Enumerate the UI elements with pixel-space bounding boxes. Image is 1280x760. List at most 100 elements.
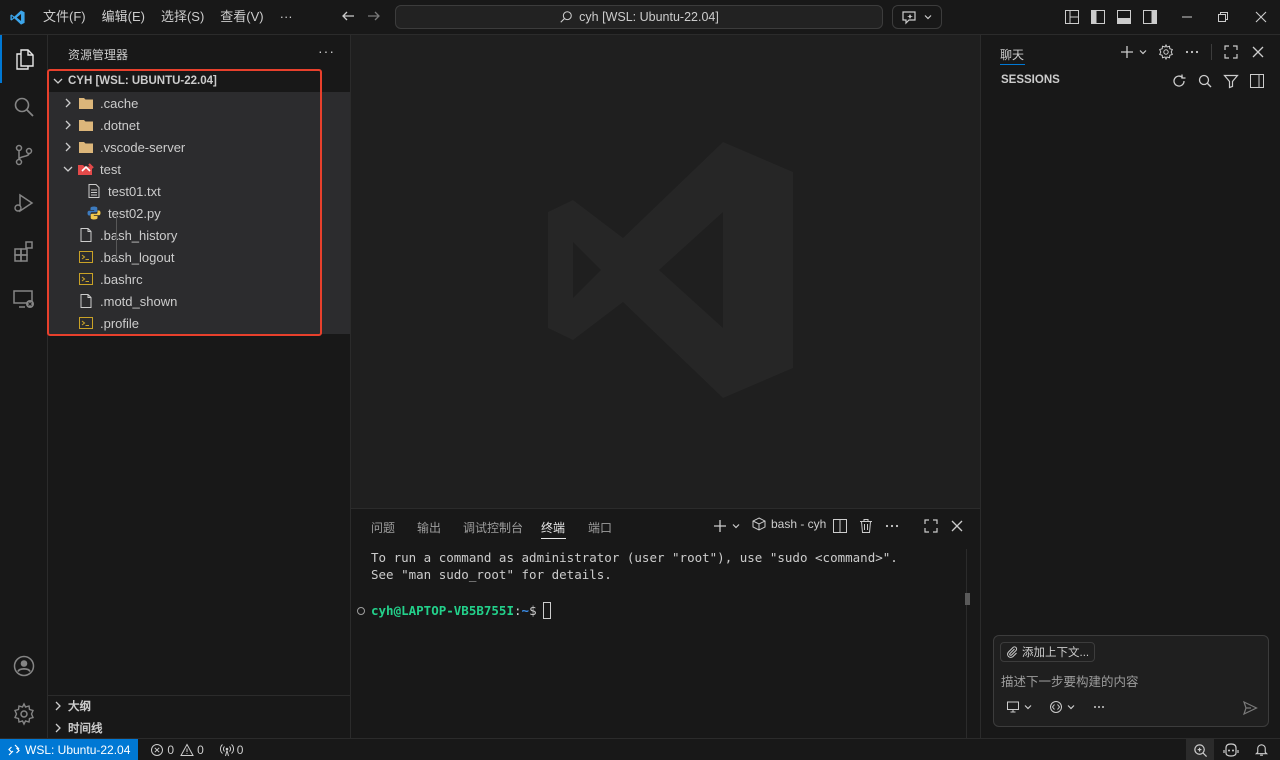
file-icon [78,224,94,246]
copilot-chat-button[interactable] [892,5,942,29]
tab-terminal[interactable]: 终端 [541,519,565,536]
terminal-prompt[interactable]: cyh@LAPTOP-VB5B755I : ~ $ [357,602,551,619]
refresh-icon[interactable] [1171,73,1187,89]
prompt-user-host: cyh@LAPTOP-VB5B755I [371,603,514,618]
new-chat-plus-icon[interactable] [1119,44,1135,60]
command-center[interactable]: cyh [WSL: Ubuntu-22.04] [395,5,883,29]
terminal-line: To run a command as administrator (user … [371,550,898,565]
ports-status[interactable]: 0 [219,743,243,757]
tree-item-bashrc[interactable]: .bashrc [48,268,350,290]
minimize-icon[interactable] [1180,10,1194,24]
sidebar-title: 资源管理器 [68,48,129,62]
chat-sidebar: 聊天 SESSIONS 添加上下文... 描述下一步要构建的内容 [980,35,1280,738]
menu-selection[interactable]: 选择(S) [153,5,212,29]
tree-item-motd-shown[interactable]: .motd_shown [48,290,350,312]
tree-item-label: .dotnet [100,117,140,133]
explorer-icon[interactable] [0,35,48,83]
restore-icon[interactable] [1216,10,1230,24]
timeline-section-header[interactable]: 时间线 [48,717,350,739]
tab-output[interactable]: 输出 [417,519,441,536]
active-tab-indicator [1000,64,1025,65]
paperclip-icon [1006,646,1018,658]
close-window-icon[interactable] [1254,10,1268,24]
chevron-right-icon [52,722,64,734]
outline-section-header[interactable]: 大纲 [48,695,350,717]
tree-item-test01-txt[interactable]: test01.txt [48,180,350,202]
extensions-icon[interactable] [0,227,48,275]
tree-item-test[interactable]: test [48,158,350,180]
tree-item-dotnet[interactable]: .dotnet [48,114,350,136]
source-control-icon[interactable] [0,131,48,179]
tree-item-cache[interactable]: .cache [48,92,350,114]
tree-item-bash-logout[interactable]: .bash_logout [48,246,350,268]
remote-explorer-icon[interactable] [0,275,48,323]
back-arrow-icon[interactable] [340,8,356,24]
menu-more[interactable]: ··· [272,5,301,29]
forward-arrow-icon[interactable] [366,8,382,24]
outline-label: 大纲 [68,701,91,713]
bottom-panel: 问题 输出 调试控制台 终端 端口 bash - cyh To run a co… [351,508,980,739]
terminal-cursor [542,602,551,619]
remote-icon [8,744,20,756]
model-picker[interactable] [1049,700,1076,714]
maximize-icon[interactable] [1223,44,1239,60]
more-tools-icon[interactable] [1092,700,1106,714]
gear-icon[interactable] [1158,44,1174,60]
tree-item-label: .cache [100,95,139,111]
tree-item-vscode-server[interactable]: .vscode-server [48,136,350,158]
menu-file[interactable]: 文件(F) [35,5,94,29]
maximize-panel-icon[interactable] [923,518,939,534]
tree-item-profile[interactable]: .profile [48,312,350,334]
menu-edit[interactable]: 编辑(E) [94,5,153,29]
settings-gear-icon[interactable] [0,690,48,738]
tab-debug-console[interactable]: 调试控制台 [463,519,523,536]
terminal-scrollbar-thumb[interactable] [965,593,970,605]
customize-layout-icon[interactable] [1064,9,1080,25]
workspace-folder-header[interactable]: CYH [WSL: UBUNTU-22.04] [48,70,350,92]
new-terminal-plus-icon[interactable] [712,518,728,534]
sidebar-more-actions[interactable]: ··· [318,43,335,59]
trash-icon[interactable] [858,518,874,534]
copilot-icon[interactable] [1223,742,1239,758]
search-icon[interactable] [0,83,48,131]
folder-icon [78,114,94,136]
toggle-secondary-sidebar-icon[interactable] [1142,9,1158,25]
chevron-down-icon [52,75,64,87]
zoom-icon[interactable] [1186,739,1214,760]
menu-view[interactable]: 查看(V) [212,5,271,29]
send-icon[interactable] [1242,700,1258,716]
search-icon[interactable] [1197,73,1213,89]
chat-input-box[interactable]: 添加上下文... 描述下一步要构建的内容 [993,635,1269,727]
account-icon[interactable] [0,642,48,690]
chat-input-placeholder[interactable]: 描述下一步要构建的内容 [1001,671,1139,690]
sessions-header: SESSIONS [1001,74,1060,86]
toggle-sidebar-icon[interactable] [1249,73,1265,89]
terminal-instance[interactable]: bash - cyh [752,517,826,531]
tree-item-bash-history[interactable]: .bash_history [48,224,350,246]
explorer-sidebar: 资源管理器 ··· CYH [WSL: UBUNTU-22.04] .cache… [48,35,351,738]
toggle-primary-sidebar-icon[interactable] [1090,9,1106,25]
terminal-output[interactable]: To run a command as administrator (user … [371,549,898,583]
close-panel-icon[interactable] [949,518,965,534]
chevron-down-icon [923,12,933,22]
more-actions-icon[interactable] [884,518,900,534]
monitor-icon [1006,700,1020,714]
tree-item-test02-py[interactable]: test02.py [48,202,350,224]
run-debug-icon[interactable] [0,179,48,227]
remote-indicator[interactable]: WSL: Ubuntu-22.04 [0,738,139,760]
chevron-down-icon[interactable] [1138,47,1148,57]
problems-status[interactable]: 0 0 [150,743,204,757]
filter-icon[interactable] [1223,73,1239,89]
chevron-down-icon[interactable] [731,521,741,531]
tab-problems[interactable]: 问题 [371,519,395,536]
close-icon[interactable] [1250,44,1266,60]
toggle-panel-icon[interactable] [1116,9,1132,25]
tab-ports[interactable]: 端口 [588,519,612,536]
agent-mode-picker[interactable] [1006,700,1033,714]
notifications-bell-icon[interactable] [1254,742,1269,757]
chevron-right-icon [62,114,74,136]
add-context-button[interactable]: 添加上下文... [1000,642,1096,662]
split-terminal-icon[interactable] [832,518,848,534]
chat-title[interactable]: 聊天 [1000,46,1024,63]
more-actions-icon[interactable] [1184,44,1200,60]
